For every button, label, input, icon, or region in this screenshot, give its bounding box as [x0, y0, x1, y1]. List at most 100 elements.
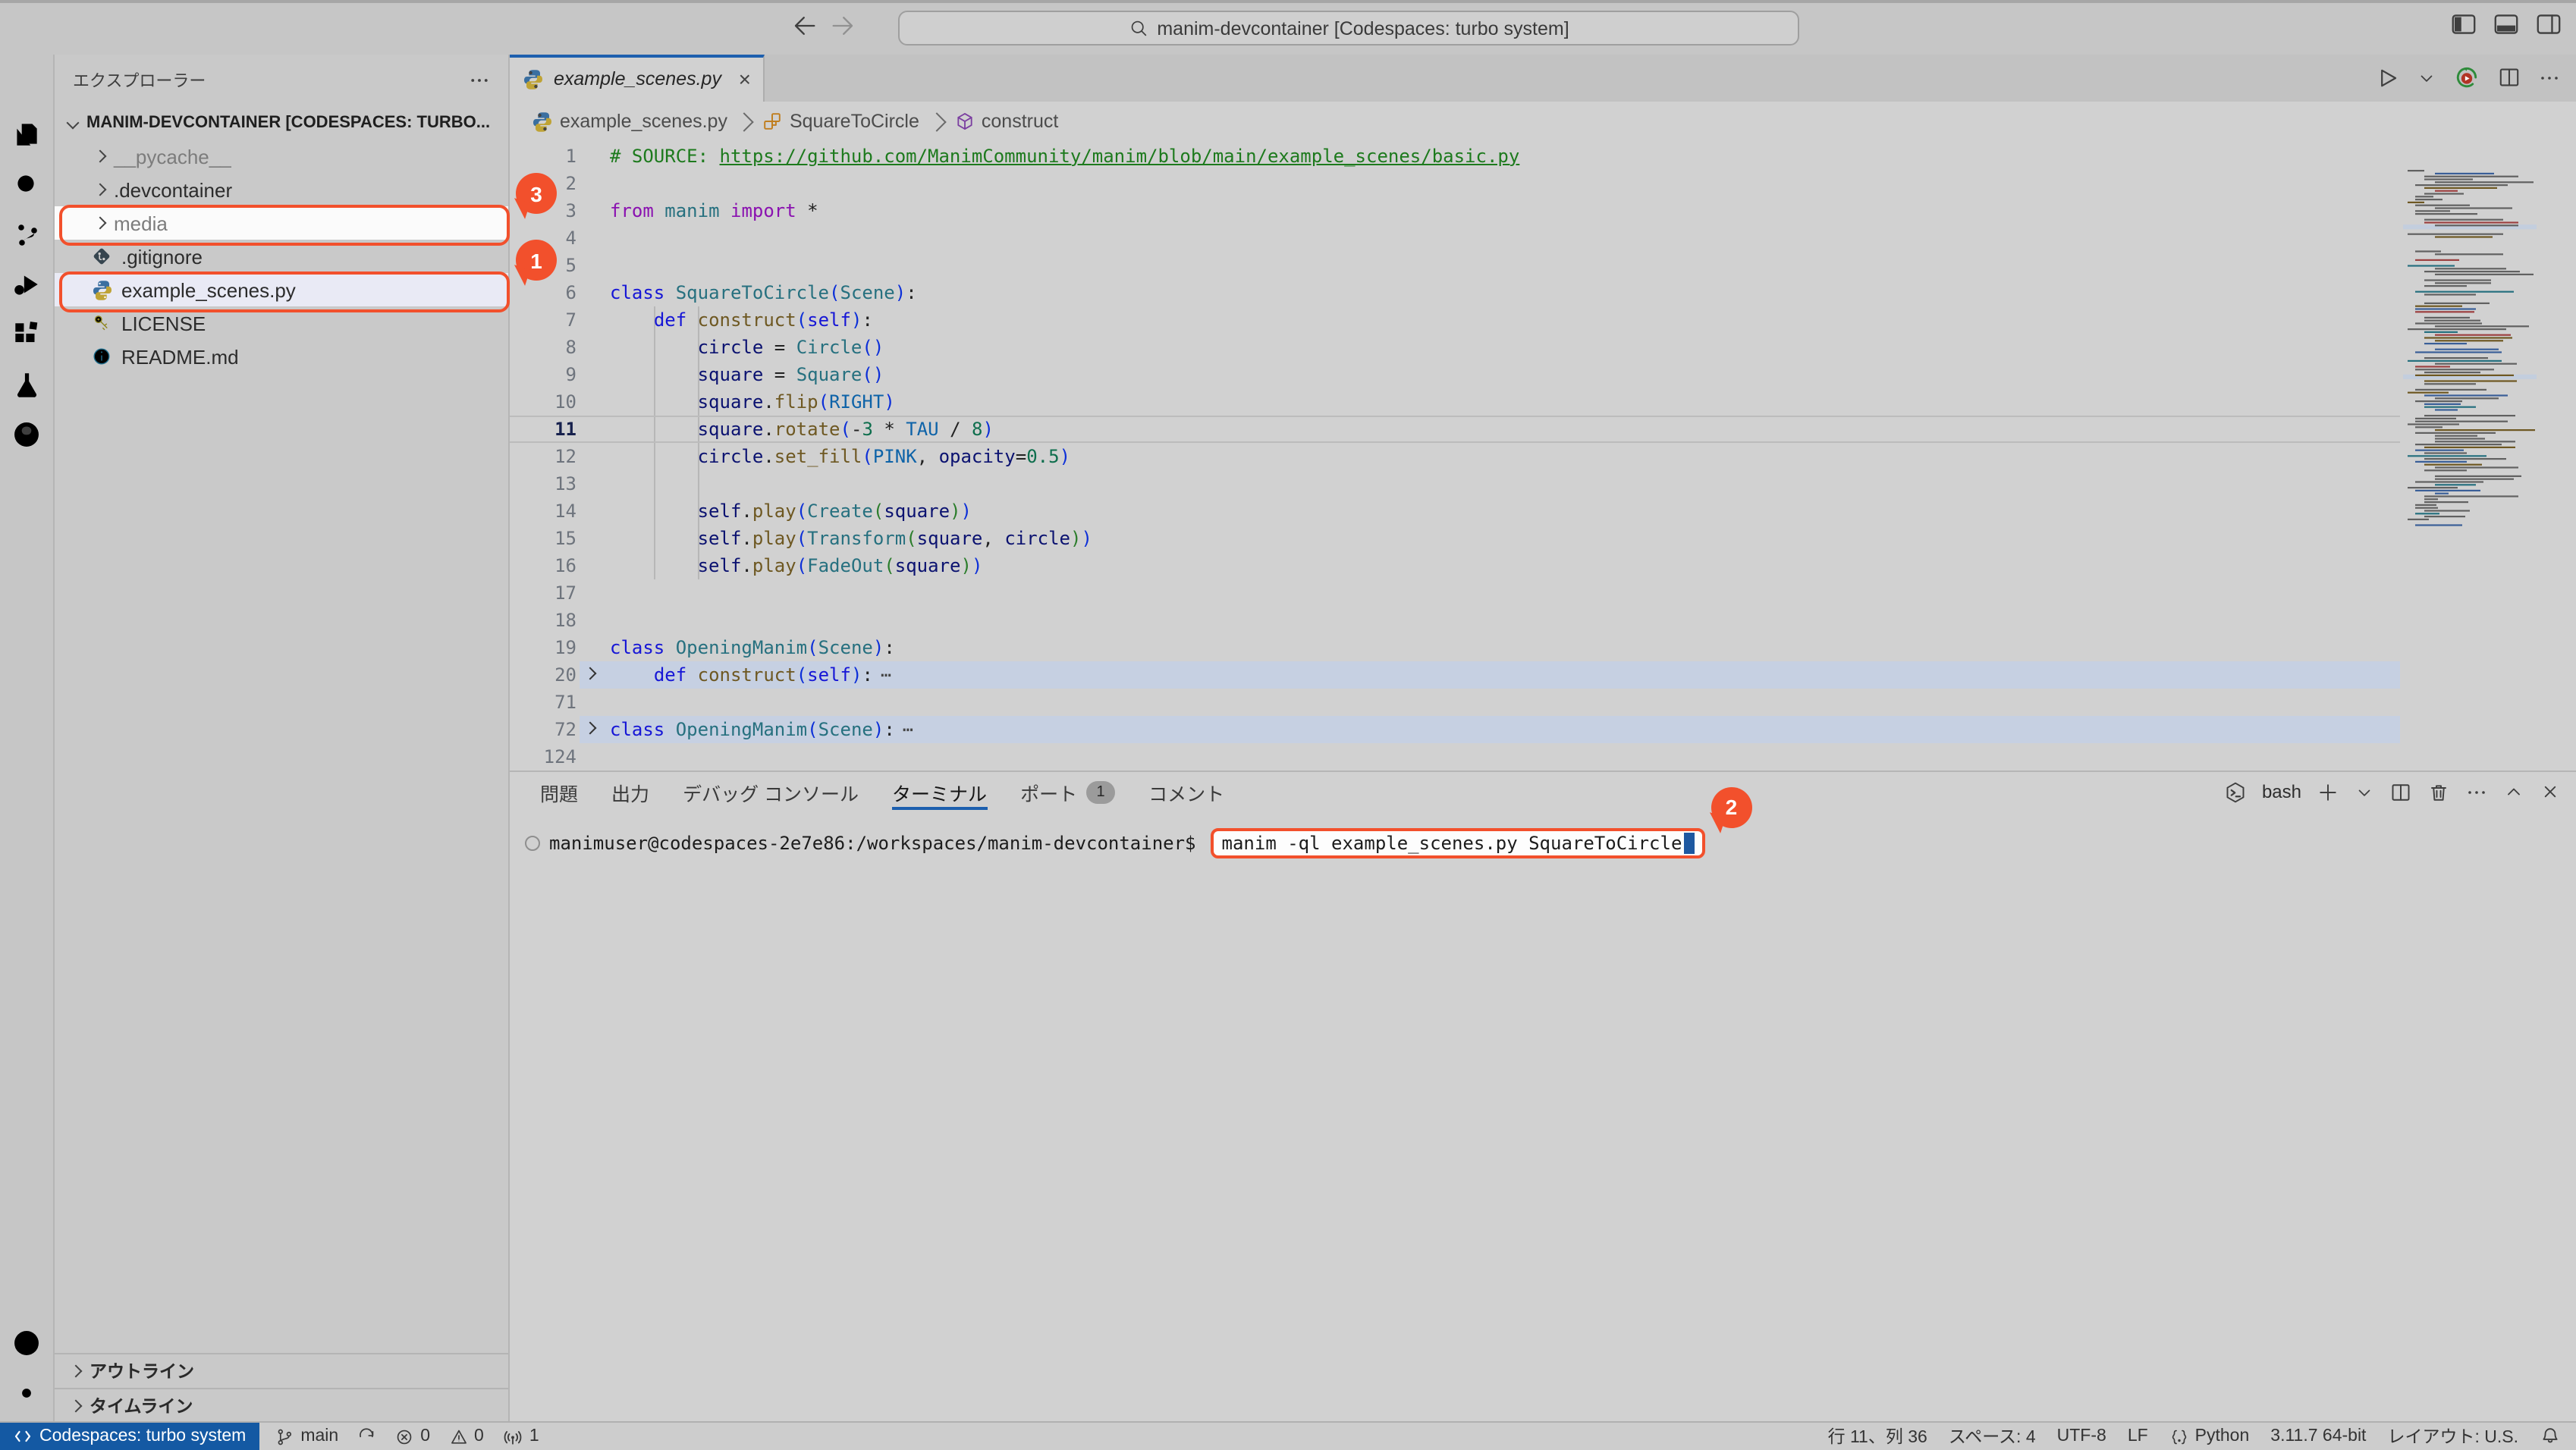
chevron-down-icon[interactable]: [2417, 68, 2436, 88]
remote-indicator[interactable]: Codespaces: turbo system: [0, 1423, 259, 1450]
breadcrumb-separator-icon: [927, 112, 946, 131]
code-line-17: 17: [510, 579, 2400, 607]
tree-item-.devcontainer[interactable]: .devcontainer: [55, 173, 508, 206]
activity-explorer-icon[interactable]: [5, 114, 48, 155]
tree-item-example_scenes.py[interactable]: example_scenes.py: [55, 273, 508, 306]
code-line-15: 15 self.play(Transform(square, circle)): [510, 525, 2400, 552]
command-center-search[interactable]: manim-devcontainer [Codespaces: turbo sy…: [898, 11, 1799, 46]
close-icon[interactable]: [2540, 782, 2561, 803]
chevron-down-icon[interactable]: [2355, 783, 2374, 802]
status-item-bell-icon[interactable]: [2540, 1426, 2561, 1447]
annotation-badge-2: 2: [1711, 787, 1751, 828]
tree-item-.gitignore[interactable]: .gitignore: [55, 240, 508, 273]
vscode-window: manim-devcontainer [Codespaces: turbo sy…: [0, 0, 2576, 1450]
line-number: 19: [510, 634, 576, 661]
line-number: 13: [510, 470, 576, 497]
panel-tab-出力[interactable]: 出力: [611, 772, 649, 813]
trash-icon[interactable]: [2427, 781, 2450, 804]
chevron-right-icon: [91, 180, 109, 199]
code-editor[interactable]: 1# SOURCE: https://github.com/ManimCommu…: [510, 143, 2400, 771]
status-item-broadcast-icon[interactable]: 1: [502, 1426, 539, 1447]
status-right: 行 11、列 36スペース: 4UTF-8LFPython3.11.7 64-b…: [1828, 1424, 2576, 1448]
activity-search-icon[interactable]: [5, 164, 48, 205]
status-item-UTF-8[interactable]: UTF-8: [2057, 1427, 2106, 1445]
activity-source-control-icon[interactable]: [5, 214, 48, 255]
status-item-warning-icon[interactable]: 0: [448, 1426, 484, 1446]
panel-tab-問題[interactable]: 問題: [540, 772, 578, 813]
tree-item-__pycache__[interactable]: __pycache__: [55, 140, 508, 173]
tree-item-label: .gitignore: [121, 245, 203, 268]
layout-sidebar-icon[interactable]: [2452, 14, 2476, 35]
status-item-レイアウト: U.S.[interactable]: レイアウト: U.S.: [2387, 1424, 2518, 1448]
panel-tab-ターミナル[interactable]: ターミナル: [892, 772, 987, 813]
breadcrumb-item[interactable]: example_scenes.py: [531, 111, 727, 133]
ellipsis-icon[interactable]: [2465, 781, 2488, 804]
breadcrumb-item[interactable]: SquareToCircle: [762, 111, 919, 133]
split-terminal-icon[interactable]: [2389, 781, 2412, 804]
chevron-right-icon: [67, 1362, 85, 1380]
panel-tab-ポート[interactable]: ポート1: [1020, 772, 1115, 813]
activity-settings-gear-icon[interactable]: [5, 1373, 48, 1414]
back-icon[interactable]: [789, 12, 816, 39]
status-item-行 11、列 36[interactable]: 行 11、列 36: [1828, 1424, 1927, 1448]
tree-item-label: .devcontainer: [114, 178, 232, 201]
activity-menu-icon[interactable]: [5, 64, 48, 105]
status-item-sync-icon[interactable]: [357, 1426, 376, 1446]
chevron-up-icon[interactable]: [2503, 782, 2524, 803]
layout-panel-icon[interactable]: [2494, 14, 2518, 35]
shell-label[interactable]: bash: [2262, 782, 2301, 803]
editor-actions: [2374, 55, 2576, 102]
line-number: 72: [510, 716, 576, 743]
code-line-11: 11 square.rotate(-3 * TAU / 8): [510, 416, 2400, 443]
views-more-icon[interactable]: [469, 70, 490, 91]
line-number: 14: [510, 497, 576, 525]
line-number: 124: [510, 743, 576, 771]
close-icon[interactable]: ×: [739, 69, 751, 90]
activity-extensions-icon[interactable]: [5, 314, 48, 355]
chevron-right-icon: [91, 214, 109, 232]
sidebar-section-outline[interactable]: アウトライン: [55, 1353, 508, 1388]
tree-item-LICENSE[interactable]: LICENSE: [55, 306, 508, 340]
ellipsis-icon[interactable]: [2538, 67, 2561, 89]
sidebar-section-timeline[interactable]: タイムライン: [55, 1388, 508, 1423]
tab-example-scenes[interactable]: example_scenes.py ×: [510, 55, 765, 102]
panel-tab-デバッグ コンソール[interactable]: デバッグ コンソール: [683, 772, 859, 813]
split-editor-icon[interactable]: [2497, 66, 2521, 90]
code-line-124: 124: [510, 743, 2400, 771]
status-item-Python[interactable]: Python: [2169, 1426, 2250, 1446]
status-item-3.11.7 64-bit[interactable]: 3.11.7 64-bit: [2270, 1427, 2366, 1445]
tree-item-README.md[interactable]: README.md: [55, 340, 508, 373]
tab-strip: example_scenes.py ×: [510, 55, 2576, 102]
status-bar: Codespaces: turbo system main001 行 11、列 …: [0, 1421, 2576, 1450]
status-item-LF[interactable]: LF: [2128, 1427, 2148, 1445]
minimap[interactable]: [2403, 170, 2537, 534]
terminal[interactable]: manimuser@codespaces-2e7e86:/workspaces/…: [510, 813, 2576, 1423]
code-line-72: 72class OpeningManim(Scene):⋯: [510, 716, 2400, 743]
line-number: 20: [510, 661, 576, 689]
activity-run-debug-icon[interactable]: [5, 264, 48, 305]
run-icon[interactable]: [2374, 65, 2400, 91]
fold-chevron-icon[interactable]: [583, 666, 598, 681]
status-item-スペース: 4[interactable]: スペース: 4: [1949, 1424, 2036, 1448]
status-item-error-icon[interactable]: 0: [394, 1426, 430, 1446]
tree-item-media[interactable]: media: [55, 206, 508, 240]
forward-icon[interactable]: [831, 12, 859, 39]
status-item-branch-icon[interactable]: main: [275, 1426, 338, 1446]
activity-testing-icon[interactable]: [5, 364, 48, 405]
remote-icon: [14, 1427, 32, 1445]
fold-chevron-icon[interactable]: [583, 720, 598, 736]
code-line-19: 19class OpeningManim(Scene):: [510, 634, 2400, 661]
activity-account-icon[interactable]: [5, 1323, 48, 1364]
breadcrumb-item[interactable]: construct: [954, 111, 1058, 133]
tree-item-label: __pycache__: [114, 145, 231, 168]
manim-sideview-icon[interactable]: [2453, 64, 2480, 92]
python-icon: [531, 111, 554, 133]
add-icon[interactable]: [2317, 781, 2339, 804]
code-line-16: 16 self.play(FadeOut(square)): [510, 552, 2400, 579]
panel-tab-コメント[interactable]: コメント: [1148, 772, 1224, 813]
activity-github-icon[interactable]: [5, 414, 48, 455]
code-line-3: 3from manim import *: [510, 197, 2400, 224]
workspace-root-row[interactable]: MANIM-DEVCONTAINER [CODESPACES: TURBO...: [55, 106, 508, 140]
terminal-command-box: manim -ql example_scenes.py SquareToCirc…: [1211, 828, 1705, 858]
layout-secondary-sidebar-icon[interactable]: [2537, 14, 2561, 35]
